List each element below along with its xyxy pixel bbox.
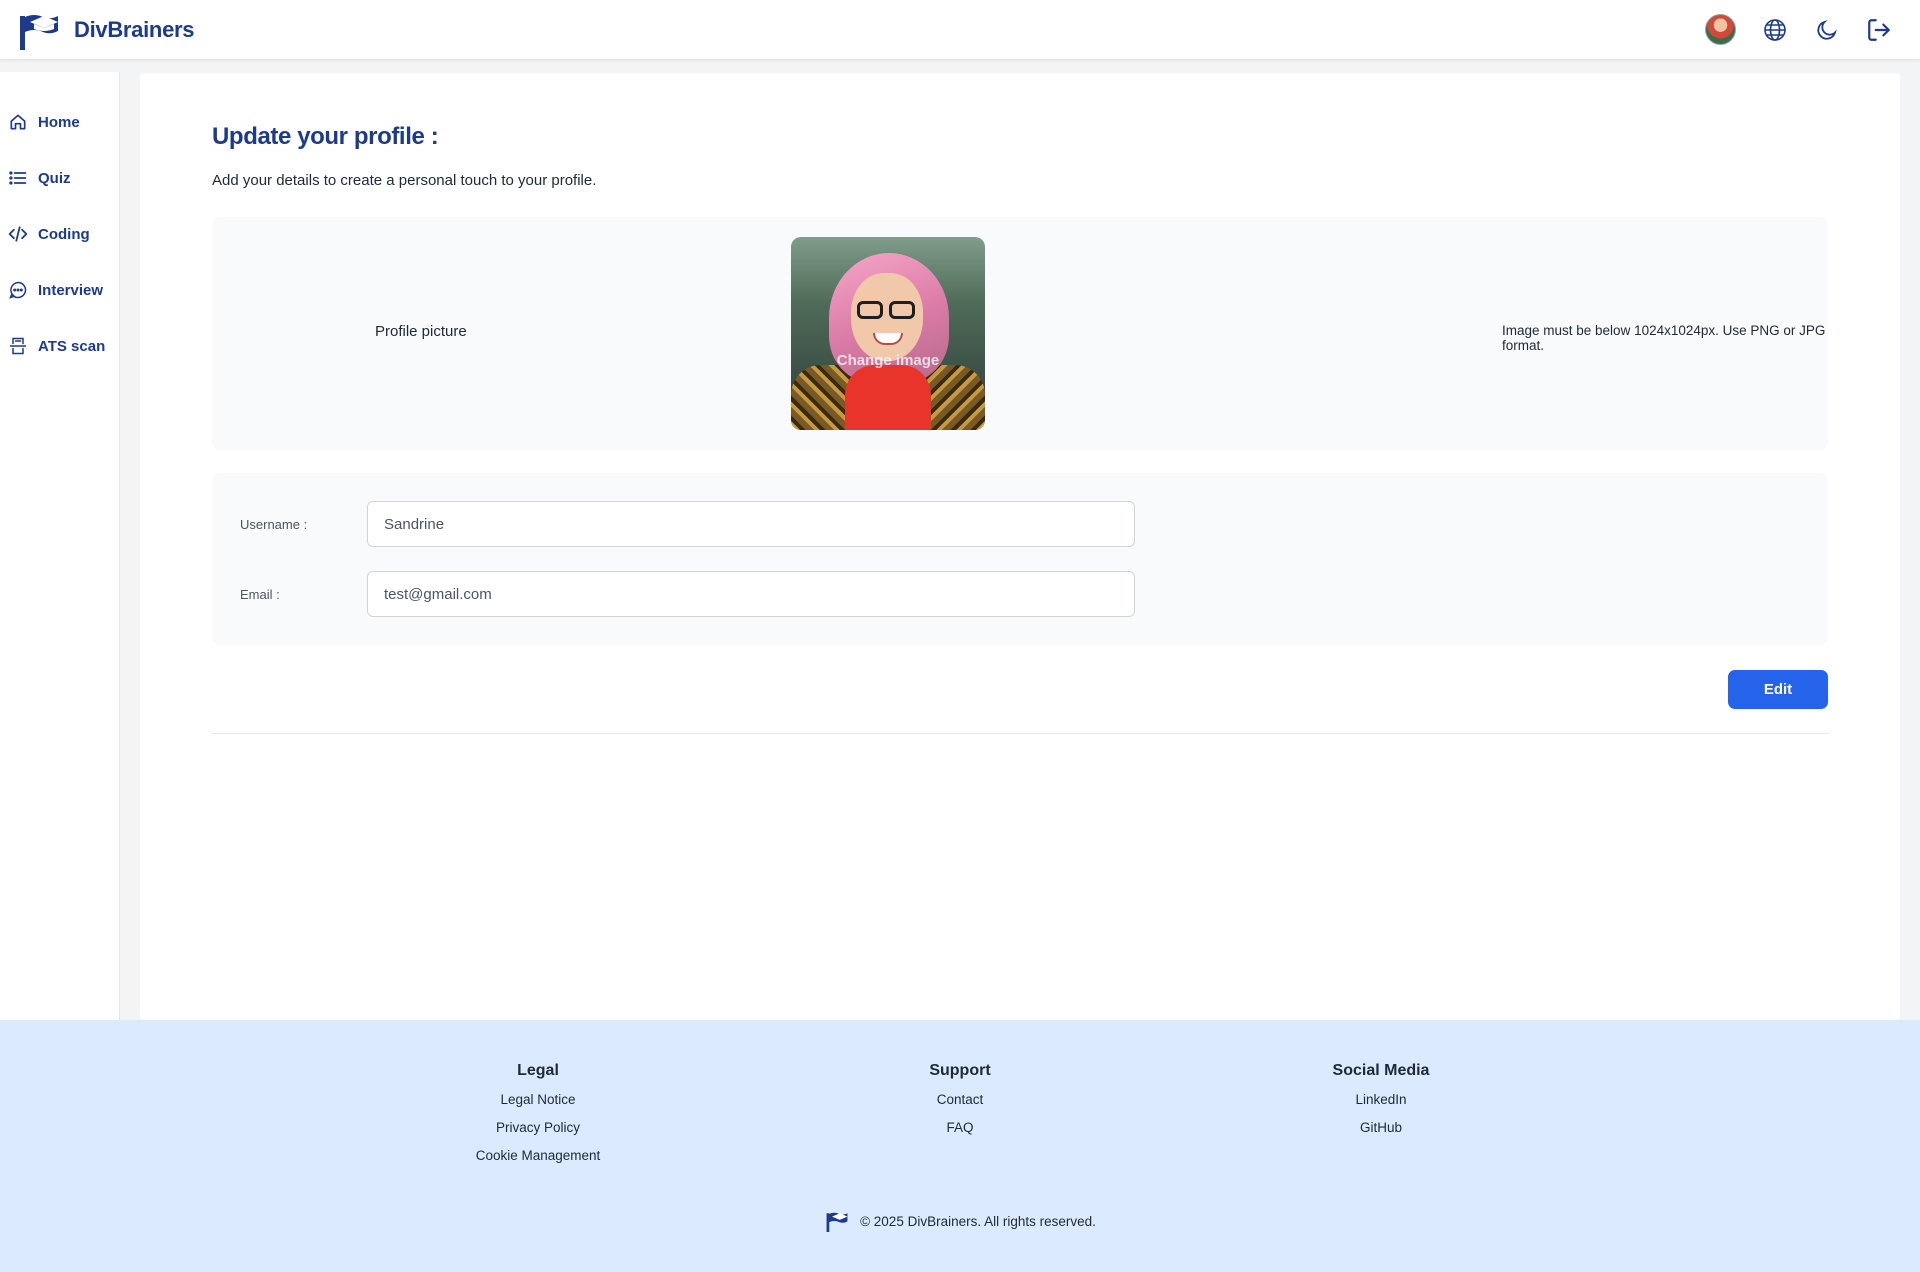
footer-heading: Legal [517,1062,559,1079]
image-requirements-hint: Image must be below 1024x1024px. Use PNG… [1502,323,1826,353]
sidebar-item-label: Quiz [38,169,71,187]
email-field[interactable] [367,571,1135,617]
sidebar-item-label: ATS scan [38,337,106,355]
footer-link-github[interactable]: GitHub [1281,1120,1481,1148]
change-image-label[interactable]: Change image [791,352,985,369]
sidebar-item-interview[interactable]: Interview [8,276,103,304]
globe-icon[interactable] [1762,17,1788,43]
footer-column-social-media: Social Media LinkedIn GitHub [1281,1062,1481,1148]
footer-link-legal-notice[interactable]: Legal Notice [438,1092,638,1120]
brand[interactable]: DivBrainers [16,10,195,50]
top-bar: DivBrainers [0,0,1920,60]
list-icon [9,171,27,185]
code-icon [8,226,28,242]
username-field[interactable] [367,501,1135,547]
footer-column-legal: Legal Legal Notice Privacy Policy Cookie… [438,1062,638,1176]
logo-icon [20,15,58,50]
email-label: Email : [240,587,280,602]
profile-picture-label: Profile picture [375,323,467,340]
main-content: Update your profile : Add your details t… [140,73,1900,1020]
logout-icon[interactable] [1866,17,1892,43]
logo-icon [826,1212,848,1232]
edit-button[interactable]: Edit [1728,670,1828,709]
footer-link-faq[interactable]: FAQ [860,1120,1060,1148]
scan-icon [9,337,27,355]
chat-icon [9,281,27,299]
username-label: Username : [240,517,308,532]
sidebar-item-ats-scan[interactable]: ATS scan [8,332,105,360]
footer-heading: Support [929,1062,991,1079]
header-actions [1705,14,1892,45]
footer-heading: Social Media [1332,1062,1430,1079]
footer-link-cookie-management[interactable]: Cookie Management [438,1148,638,1176]
avatar[interactable] [1705,14,1736,45]
home-icon [10,114,26,130]
copyright: © 2025 DivBrainers. All rights reserved. [0,1210,1920,1232]
footer-link-privacy-policy[interactable]: Privacy Policy [438,1120,638,1148]
page-title: Update your profile : [212,123,439,150]
copyright-text: © 2025 DivBrainers. All rights reserved. [860,1213,1096,1229]
footer: Legal Legal Notice Privacy Policy Cookie… [0,1020,1920,1272]
photo-shape [845,365,931,430]
profile-picture[interactable]: Change image [791,237,985,430]
footer-link-linkedin[interactable]: LinkedIn [1281,1092,1481,1120]
moon-icon[interactable] [1814,17,1840,43]
brand-name: DivBrainers [74,17,195,42]
sidebar-item-quiz[interactable]: Quiz [8,164,71,192]
photo-shape [889,301,915,319]
sidebar-item-label: Coding [38,225,90,243]
page-subtitle: Add your details to create a personal to… [212,172,597,189]
sidebar-item-label: Interview [38,281,104,299]
profile-form: Username : Email : [212,473,1828,645]
sidebar-item-label: Home [38,113,80,131]
footer-column-support: Support Contact FAQ [860,1062,1060,1148]
divider [212,733,1828,734]
photo-shape [857,301,883,319]
footer-link-contact[interactable]: Contact [860,1092,1060,1120]
sidebar-item-coding[interactable]: Coding [8,220,90,248]
profile-picture-panel: Profile picture Change image Image must … [212,217,1828,450]
sidebar-item-home[interactable]: Home [8,108,80,136]
sidebar: Home Quiz Coding Interview ATS scan [0,72,120,1020]
